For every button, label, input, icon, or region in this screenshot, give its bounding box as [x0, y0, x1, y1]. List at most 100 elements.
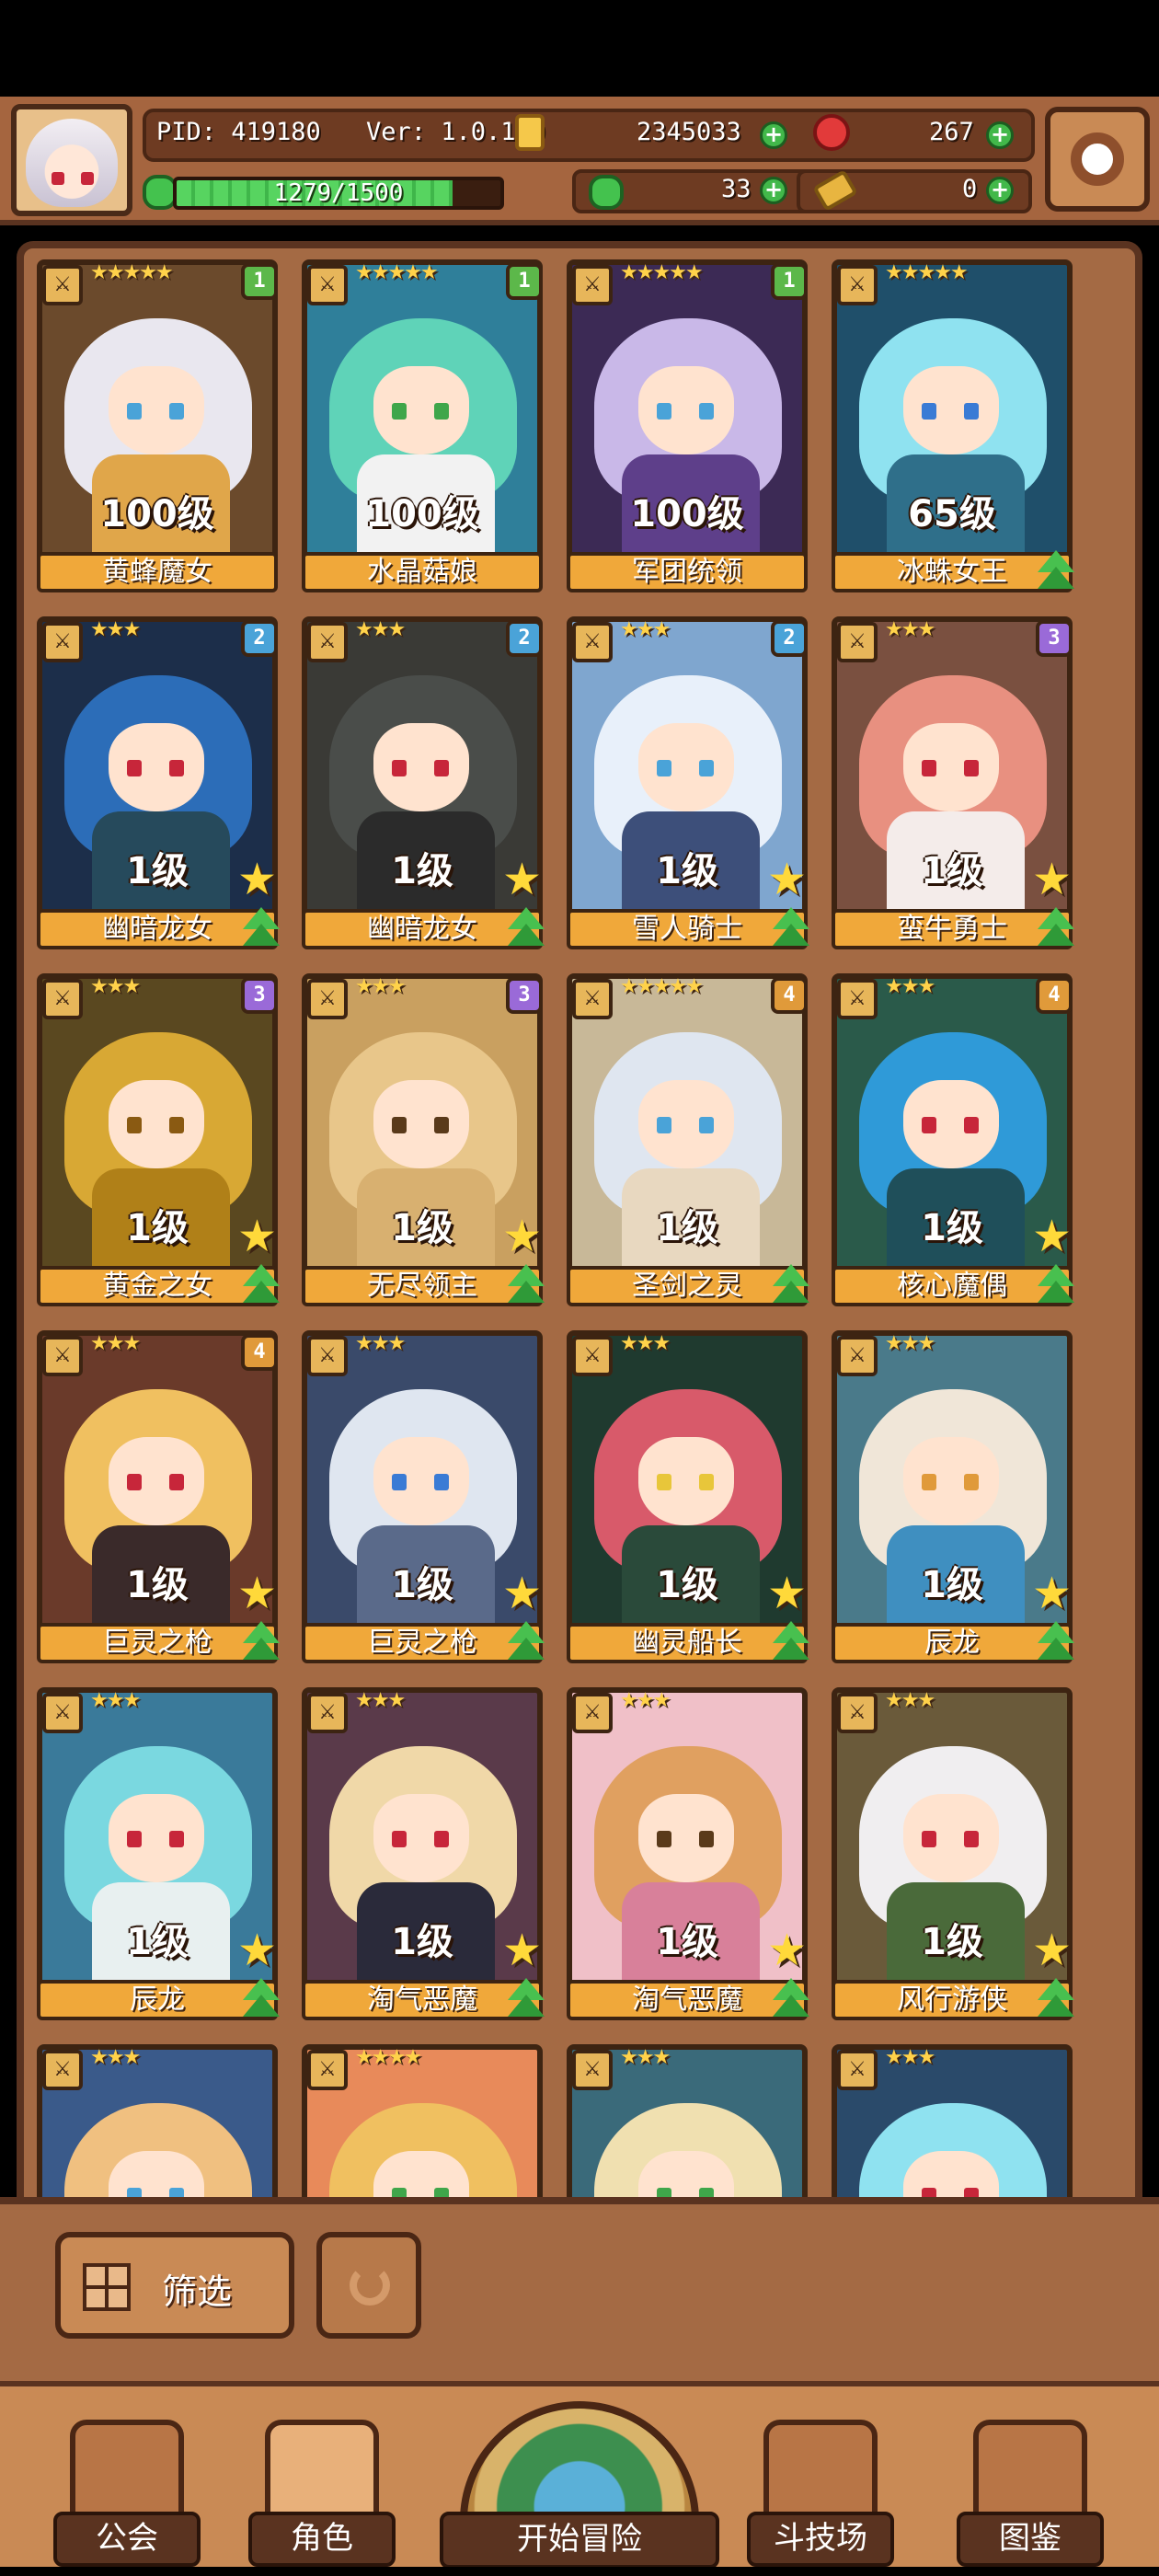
character-face: [903, 723, 999, 811]
rarity-stars: ★★★★★: [355, 261, 439, 284]
character-card[interactable]: ⚔ ★★★: [567, 2044, 815, 2199]
rarity-stars: ★★★: [885, 1689, 935, 1712]
character-card[interactable]: ⚔ ★★★★★ 1 100级 军团统领: [567, 259, 815, 600]
level-up-arrow-icon: [1034, 1978, 1078, 2022]
nav-start-adventure[interactable]: 开始冒险: [440, 2401, 719, 2576]
character-face: [638, 2151, 734, 2199]
character-eye: [922, 403, 936, 420]
weapon-class-icon: ⚔: [307, 622, 348, 662]
character-eye: [922, 1831, 936, 1847]
character-card[interactable]: ⚔ ★★★: [832, 2044, 1080, 2199]
player-id: PID: 419180: [156, 118, 321, 146]
character-eye: [127, 760, 142, 776]
add-key-button[interactable]: +: [986, 177, 1014, 204]
weapon-class-icon: ⚔: [42, 622, 83, 662]
character-eye: [392, 1117, 407, 1133]
character-eye: [699, 1831, 714, 1847]
character-card[interactable]: ⚔ ★★★ 4 1级 核心魔偶 ★: [832, 973, 1080, 1314]
character-card[interactable]: ⚔ ★★★: [37, 2044, 285, 2199]
character-card[interactable]: ⚔ ★★★ 4 1级 巨灵之枪 ★: [37, 1330, 285, 1671]
tier-badge: 3: [1036, 620, 1073, 657]
character-eye: [127, 1831, 142, 1847]
character-face: [373, 1437, 469, 1525]
character-level: 1级: [656, 1207, 718, 1249]
character-face: [638, 1437, 734, 1525]
character-eye: [657, 760, 671, 776]
character-eye: [434, 1474, 449, 1490]
add-ruby-button[interactable]: +: [986, 121, 1014, 149]
character-card[interactable]: ⚔ ★★★★★ 1 100级 水晶菇娘: [302, 259, 550, 600]
rarity-stars: ★★★: [90, 2046, 141, 2069]
character-card[interactable]: ⚔ ★★★ 1级 淘气恶魔 ★: [302, 1687, 550, 2028]
star-upgrade-icon: ★: [767, 1925, 808, 1976]
character-card[interactable]: ⚔ ★★★ 1级 巨灵之枪 ★: [302, 1330, 550, 1671]
ruby-gem-icon: [813, 114, 850, 151]
character-card[interactable]: ⚔ ★★★ 1级 风行游侠 ★: [832, 1687, 1080, 2028]
weapon-class-icon: ⚔: [837, 1693, 878, 1733]
character-card[interactable]: ⚔ ★★★ 1级 辰龙 ★: [37, 1687, 285, 2028]
character-eye: [922, 760, 936, 776]
weapon-class-icon: ⚔: [572, 2050, 613, 2090]
nav-arena[interactable]: 斗技场: [747, 2420, 894, 2567]
star-upgrade-icon: ★: [1032, 1568, 1073, 1619]
character-card[interactable]: ⚔ ★★★ 3 1级 无尽领主 ★: [302, 973, 550, 1314]
character-face: [109, 723, 204, 811]
weapon-class-icon: ⚔: [837, 622, 878, 662]
weapon-class-icon: ⚔: [837, 2050, 878, 2090]
add-clover-button[interactable]: +: [760, 177, 787, 204]
star-upgrade-icon: ★: [502, 854, 543, 905]
character-eye: [964, 760, 979, 776]
character-level: 100级: [100, 493, 214, 535]
character-card[interactable]: ⚔ ★★★★★ 4 1级 圣剑之灵: [567, 973, 815, 1314]
character-card[interactable]: ⚔ ★★★ 2 1级 幽暗龙女 ★: [37, 616, 285, 957]
weapon-class-icon: ⚔: [42, 979, 83, 1019]
character-face: [109, 1794, 204, 1882]
level-up-arrow-icon: [769, 1264, 813, 1308]
nav-guild[interactable]: 公会: [53, 2420, 201, 2567]
weapon-class-icon: ⚔: [307, 265, 348, 305]
character-card[interactable]: ⚔ ★★★ 1级 幽灵船长 ★: [567, 1330, 815, 1671]
character-eye: [964, 1831, 979, 1847]
weapon-class-icon: ⚔: [42, 1693, 83, 1733]
character-card[interactable]: ⚔ ★★★ 2 1级 幽暗龙女 ★: [302, 616, 550, 957]
weapon-class-icon: ⚔: [42, 2050, 83, 2090]
add-gold-button[interactable]: +: [760, 121, 787, 149]
character-card[interactable]: ⚔ ★★★ 3 1级 黄金之女 ★: [37, 973, 285, 1314]
filter-button[interactable]: 筛选: [55, 2232, 294, 2339]
level-up-arrow-icon: [504, 1621, 548, 1665]
character-card-grid: ⚔ ★★★★★ 1 100级 黄蜂魔女 ⚔ ★★★★★ 1 100级 水晶菇娘 ⚔ ★★★★★ 1 100…: [37, 259, 1122, 2199]
character-eye: [434, 403, 449, 420]
character-name: 水晶菇娘: [302, 552, 543, 592]
settings-button[interactable]: [1045, 107, 1150, 212]
rarity-stars: ★★★: [620, 618, 671, 641]
rarity-stars: ★★★: [90, 975, 141, 998]
character-eye: [964, 1117, 979, 1133]
character-eye: [699, 760, 714, 776]
tier-badge: 1: [241, 263, 278, 300]
rarity-stars: ★★★: [355, 1332, 406, 1355]
tier-badge: 1: [771, 263, 808, 300]
refresh-button[interactable]: [316, 2232, 421, 2339]
character-card[interactable]: ⚔ ★★★★: [302, 2044, 550, 2199]
avatar-portrait: [26, 119, 118, 207]
player-avatar[interactable]: [11, 104, 132, 216]
nav-character[interactable]: 角色: [248, 2420, 396, 2567]
character-eye: [657, 403, 671, 420]
tier-badge: 2: [506, 620, 543, 657]
character-level: 100级: [630, 493, 744, 535]
grid-icon: [83, 2263, 131, 2311]
character-card[interactable]: ⚔ ★★★★★ 1 100级 黄蜂魔女: [37, 259, 285, 600]
character-card[interactable]: ⚔ ★★★★★ 65级 冰蛛女王: [832, 259, 1080, 600]
nav-codex[interactable]: 图鉴: [957, 2420, 1104, 2567]
character-card[interactable]: ⚔ ★★★ 1级 淘气恶魔 ★: [567, 1687, 815, 2028]
tier-badge: 4: [241, 1334, 278, 1371]
character-card[interactable]: ⚔ ★★★ 3 1级 蛮牛勇士 ★: [832, 616, 1080, 957]
ruby-amount: 267: [929, 118, 974, 146]
star-upgrade-icon: ★: [237, 1925, 278, 1976]
level-up-arrow-icon: [239, 1621, 283, 1665]
character-face: [903, 2151, 999, 2199]
character-card[interactable]: ⚔ ★★★ 1级 辰龙 ★: [832, 1330, 1080, 1671]
character-card[interactable]: ⚔ ★★★ 2 1级 雪人骑士 ★: [567, 616, 815, 957]
star-upgrade-icon: ★: [767, 854, 808, 905]
rarity-stars: ★★★★★: [90, 261, 174, 284]
